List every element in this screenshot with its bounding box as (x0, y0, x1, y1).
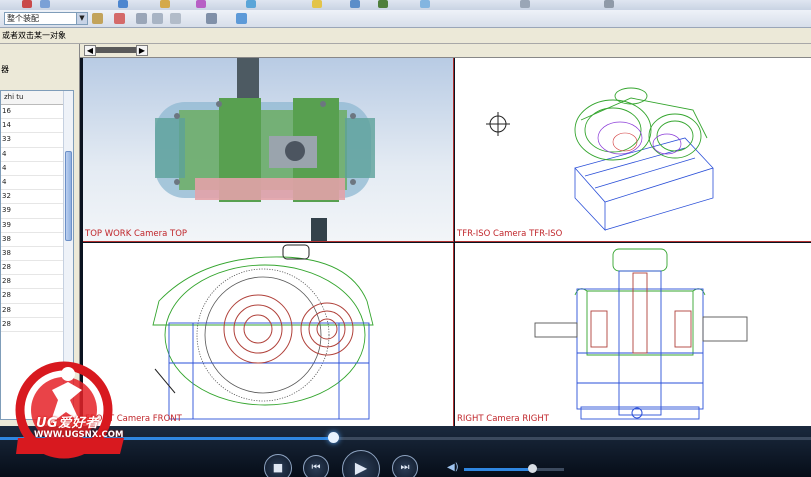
part-icon[interactable] (160, 0, 170, 8)
play-button[interactable]: ▶ (342, 450, 380, 477)
crosshair-cursor-icon (486, 112, 510, 136)
viewport-label-top: TOP WORK Camera TOP (85, 229, 188, 239)
scrollbar-thumb[interactable] (65, 151, 72, 241)
gearbox-right-view (534, 248, 748, 420)
viewport-front[interactable]: FRONT Camera FRONT (83, 243, 454, 426)
select-icon[interactable] (114, 13, 125, 24)
filter-icon[interactable] (92, 13, 103, 24)
viewport-right[interactable]: RIGHT Camera RIGHT (455, 243, 811, 426)
play-icon[interactable] (22, 0, 32, 8)
marquee-icon[interactable] (206, 13, 217, 24)
undo-icon[interactable] (136, 13, 147, 24)
watermark-brand: UG爱好者 (36, 416, 99, 431)
shade-icon[interactable] (604, 0, 614, 8)
previous-button[interactable]: ⏮ (303, 455, 329, 477)
tab-strip[interactable] (96, 47, 138, 53)
nav-back-button[interactable]: ◀ (84, 45, 96, 56)
play-icon: ▶ (354, 458, 368, 477)
shape-icon[interactable] (196, 0, 206, 8)
stop-button[interactable]: ■ (264, 454, 292, 477)
previous-icon: ⏮ (311, 462, 321, 473)
layer-icon[interactable] (350, 0, 360, 8)
viewport-label-tfr-iso: TFR-ISO Camera TFR-ISO (457, 229, 563, 239)
nav-forward-button[interactable]: ▶ (136, 45, 148, 56)
volume-level (464, 468, 532, 471)
cue-line: 或者双击某一对象 (0, 28, 811, 44)
nx-app-window: 整个装配 ▼ 或者双击某一对象 器 zhi tu 16 14 33 4 4 4 32 39 39… (0, 0, 811, 477)
volume-icon[interactable]: ◀) (447, 463, 459, 473)
volume-slider[interactable] (464, 468, 564, 471)
selection-filter-dropdown[interactable]: 整个装配 ▼ (4, 12, 88, 25)
render-icon[interactable] (420, 0, 430, 8)
viewport-label-right: RIGHT Camera RIGHT (457, 414, 549, 424)
gearbox-front-view (152, 244, 374, 420)
cube-icon[interactable] (118, 0, 128, 8)
viewport-tfr-iso[interactable]: TFR-ISO Camera TFR-ISO (455, 58, 811, 242)
snap-icon[interactable] (170, 13, 181, 24)
selection-toolbar: 整个装配 ▼ (0, 10, 811, 28)
gearbox-top-view (155, 58, 375, 241)
stop-icon: ■ (272, 461, 284, 474)
display-icon[interactable] (378, 0, 388, 8)
viewport-top[interactable]: TOP WORK Camera TOP (83, 58, 454, 242)
sphere-icon[interactable] (520, 0, 530, 8)
camera-icon[interactable] (312, 0, 322, 8)
next-icon: ⏭ (400, 462, 410, 473)
chevron-down-icon[interactable]: ▼ (76, 13, 87, 24)
main-toolbar (0, 0, 811, 10)
volume-handle[interactable] (528, 464, 537, 473)
graphics-tab-row: ◀ ▶ (80, 44, 811, 58)
gear-icon[interactable] (40, 0, 50, 8)
next-button[interactable]: ⏭ (392, 455, 418, 477)
seek-bar-handle[interactable] (327, 432, 339, 443)
gearbox-iso-view (486, 87, 714, 232)
navigator-title: 器 (1, 65, 9, 74)
selection-filter-value: 整个装配 (7, 14, 39, 23)
link-icon[interactable] (152, 13, 163, 24)
cube-blue-icon[interactable] (236, 13, 247, 24)
box-icon[interactable] (246, 0, 256, 8)
cue-text: 或者双击某一对象 (2, 31, 66, 40)
watermark-url: WWW.UGSNX.COM (34, 430, 124, 440)
